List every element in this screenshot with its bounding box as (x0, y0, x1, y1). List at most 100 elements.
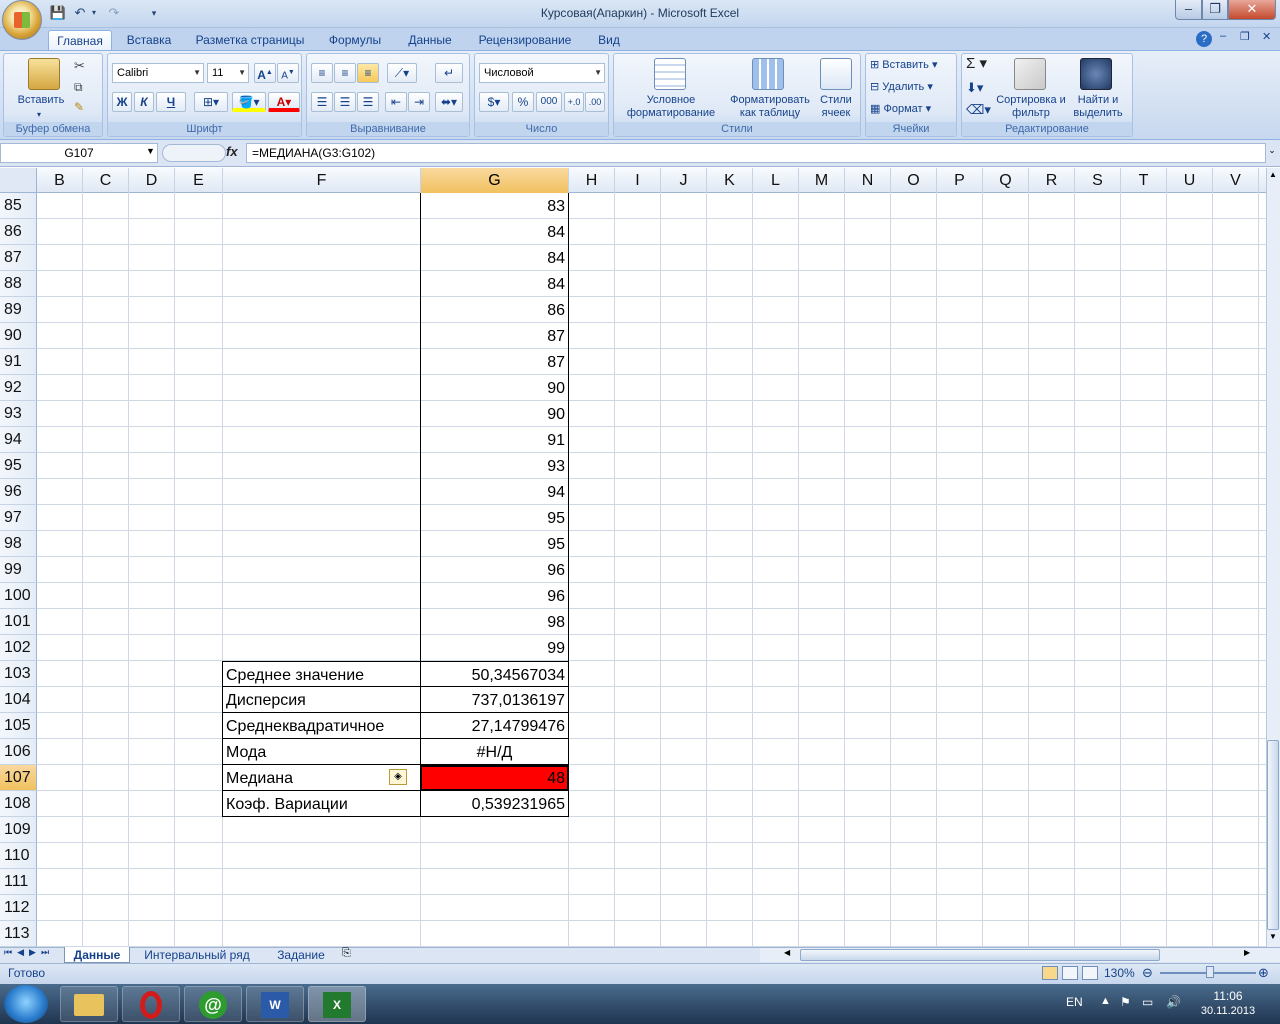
currency-button[interactable]: $▾ (479, 92, 509, 112)
increase-decimal-button[interactable]: +.0 (564, 92, 584, 112)
align-middle-button[interactable]: ≡ (334, 63, 356, 83)
row-header-96[interactable]: 96 (0, 479, 37, 505)
maximize-button[interactable]: ❐ (1202, 0, 1228, 20)
column-header-b[interactable]: B (37, 168, 83, 193)
bold-button[interactable]: Ж (112, 92, 132, 112)
cell-g-value[interactable]: 98 (420, 609, 569, 635)
column-header-o[interactable]: O (891, 168, 937, 193)
decrease-decimal-button[interactable]: .00 (585, 92, 605, 112)
close-button[interactable]: ✕ (1228, 0, 1276, 20)
row-header-90[interactable]: 90 (0, 323, 37, 349)
row-header-94[interactable]: 94 (0, 427, 37, 453)
row-header-111[interactable]: 111 (0, 869, 37, 895)
volume-icon[interactable]: 🔊 (1166, 995, 1181, 1009)
row-header-95[interactable]: 95 (0, 453, 37, 479)
error-smart-tag-icon[interactable]: ◈ (389, 769, 407, 785)
sheet-tab-data[interactable]: Данные (64, 947, 130, 963)
formula-input[interactable]: =МЕДИАНА(G3:G102) (246, 143, 1266, 163)
sort-filter-button[interactable]: Сортировка и фильтр (994, 94, 1068, 120)
clear-icon[interactable]: ⌫▾ (966, 103, 991, 116)
format-as-table-button[interactable]: Форматировать как таблицу (722, 94, 818, 120)
insert-sheet-icon[interactable]: ⎘ (342, 947, 351, 960)
row-header-93[interactable]: 93 (0, 401, 37, 427)
font-size-combo[interactable]: 11 ▼ (207, 63, 249, 83)
row-header-112[interactable]: 112 (0, 895, 37, 921)
tab-data[interactable]: Данные (398, 30, 462, 50)
cell-g-value[interactable]: 84 (420, 271, 569, 297)
sheet-tab-interval[interactable]: Интервальный ряд (134, 947, 260, 963)
zoom-in-icon[interactable]: ⊕ (1258, 965, 1269, 981)
sheet-tab-task[interactable]: Задание (266, 947, 336, 963)
row-header-104[interactable]: 104 (0, 687, 37, 713)
orientation-button[interactable]: ⟋▾ (387, 63, 417, 83)
row-header-110[interactable]: 110 (0, 843, 37, 869)
column-header-j[interactable]: J (661, 168, 707, 193)
column-header-u[interactable]: U (1167, 168, 1213, 193)
zoom-slider-thumb[interactable] (1206, 966, 1214, 978)
decrease-indent-button[interactable]: ⇤ (385, 92, 407, 112)
stat-value[interactable]: #Н/Д (420, 739, 569, 765)
stat-label[interactable]: Среднее значение (222, 661, 421, 687)
clock-time[interactable]: 11:06 (1196, 989, 1260, 1003)
zoom-out-icon[interactable]: ⊖ (1142, 965, 1153, 981)
borders-button[interactable]: ⊞▾ (194, 92, 228, 112)
format-painter-icon[interactable]: ✎ (74, 100, 84, 114)
conditional-format-button[interactable]: Условное форматирование (616, 94, 726, 120)
zoom-level[interactable]: 130% (1104, 966, 1135, 980)
row-header-99[interactable]: 99 (0, 557, 37, 583)
cell-styles-button[interactable]: Стили ячеек (814, 94, 858, 120)
row-header-105[interactable]: 105 (0, 713, 37, 739)
action-center-icon[interactable]: ⚑ (1120, 995, 1131, 1009)
excel-taskbar-icon[interactable]: X (308, 986, 366, 1022)
mail-agent-taskbar-icon[interactable]: @ (184, 986, 242, 1022)
cell-g-value[interactable]: 87 (420, 349, 569, 375)
column-header-e[interactable]: E (175, 168, 223, 193)
row-header-87[interactable]: 87 (0, 245, 37, 271)
cut-icon[interactable]: ✂ (74, 58, 85, 74)
row-header-97[interactable]: 97 (0, 505, 37, 531)
column-header-d[interactable]: D (129, 168, 175, 193)
column-header-h[interactable]: H (569, 168, 615, 193)
cell-g-value[interactable]: 87 (420, 323, 569, 349)
ribbon-close-icon[interactable]: ✕ (1262, 30, 1271, 43)
opera-taskbar-icon[interactable] (122, 986, 180, 1022)
select-all-corner[interactable] (0, 168, 37, 193)
stat-value[interactable]: 0,539231965 (420, 791, 569, 817)
row-header-86[interactable]: 86 (0, 219, 37, 245)
row-header-108[interactable]: 108 (0, 791, 37, 817)
page-layout-view-icon[interactable] (1062, 966, 1078, 980)
column-header-g[interactable]: G (421, 168, 569, 193)
row-header-102[interactable]: 102 (0, 635, 37, 661)
office-button[interactable] (2, 0, 42, 40)
scroll-up-icon[interactable]: ▲ (1267, 170, 1279, 184)
find-select-button[interactable]: Найти и выделить (1068, 94, 1128, 120)
vertical-scroll-thumb[interactable] (1267, 740, 1279, 930)
cell-g-value[interactable]: 83 (420, 193, 569, 219)
column-header-r[interactable]: R (1029, 168, 1075, 193)
percent-button[interactable]: % (512, 92, 534, 112)
clock-date[interactable]: 30.11.2013 (1196, 1005, 1260, 1017)
tab-insert[interactable]: Вставка (118, 30, 180, 50)
stat-value[interactable]: 27,14799476 (420, 713, 569, 739)
cell-g-value[interactable]: 99 (420, 635, 569, 661)
underline-button[interactable]: Ч (156, 92, 186, 112)
shrink-font-button[interactable]: A▼ (277, 63, 299, 83)
word-taskbar-icon[interactable]: W (246, 986, 304, 1022)
insert-function-button[interactable]: fx (226, 144, 238, 159)
fill-icon[interactable]: ⬇▾ (966, 81, 983, 94)
column-header-c[interactable]: C (83, 168, 129, 193)
scroll-right-icon[interactable]: ▶ (1244, 948, 1250, 957)
cell-g-value[interactable]: 96 (420, 583, 569, 609)
merge-center-button[interactable]: ⬌▾ (435, 92, 463, 112)
column-header-f[interactable]: F (223, 168, 421, 193)
cell-g-value[interactable]: 84 (420, 245, 569, 271)
ribbon-min-icon[interactable]: – (1220, 30, 1226, 42)
tab-review[interactable]: Рецензирование (472, 30, 578, 50)
tab-formulas[interactable]: Формулы (322, 30, 388, 50)
row-header-91[interactable]: 91 (0, 349, 37, 375)
copy-icon[interactable]: ⧉ (74, 80, 83, 95)
scroll-down-icon[interactable]: ▼ (1267, 932, 1279, 946)
column-header-l[interactable]: L (753, 168, 799, 193)
number-format-combo[interactable]: Числовой ▼ (479, 63, 605, 83)
row-header-88[interactable]: 88 (0, 271, 37, 297)
